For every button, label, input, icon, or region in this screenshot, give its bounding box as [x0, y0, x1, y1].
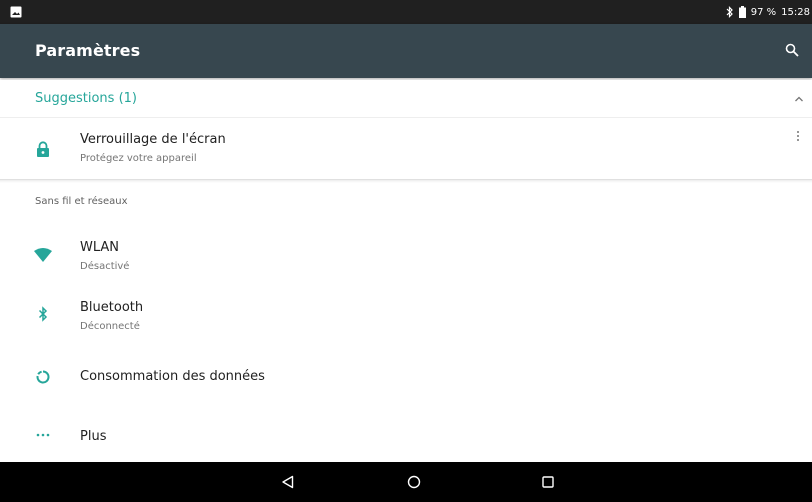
- bluetooth-icon: [726, 6, 733, 18]
- image-notification-icon: [10, 6, 22, 18]
- overflow-menu-icon[interactable]: [792, 129, 804, 151]
- back-icon: [282, 475, 294, 489]
- page-title: Paramètres: [35, 41, 141, 60]
- home-icon: [407, 475, 421, 489]
- setting-title: Bluetooth: [80, 300, 144, 315]
- home-button[interactable]: [405, 473, 423, 491]
- suggestion-item-screen-lock[interactable]: Verrouillage de l'écran Protégez votre a…: [0, 119, 812, 179]
- suggestions-label: Suggestions (1): [35, 91, 137, 106]
- suggestion-title: Verrouillage de l'écran: [80, 132, 226, 147]
- setting-subtitle: Désactivé: [80, 261, 130, 272]
- setting-item-more[interactable]: Plus: [0, 410, 812, 462]
- setting-item-bluetooth[interactable]: Bluetooth Déconnecté: [0, 288, 812, 346]
- more-horizontal-icon: [36, 433, 50, 437]
- suggestion-subtitle: Protégez votre appareil: [80, 153, 197, 164]
- recents-icon: [542, 476, 554, 488]
- setting-subtitle: Déconnecté: [80, 321, 140, 332]
- wifi-icon: [34, 248, 52, 262]
- setting-title: Plus: [80, 429, 107, 444]
- status-icons: 97 % 15:28: [726, 0, 810, 24]
- status-bar: 97 % 15:28: [0, 0, 812, 24]
- bluetooth-icon: [38, 306, 48, 322]
- setting-title: WLAN: [80, 240, 120, 255]
- battery-icon: [738, 6, 746, 18]
- section-title: Sans fil et réseaux: [35, 196, 128, 207]
- data-usage-icon: [36, 370, 50, 384]
- lock-icon: [37, 141, 49, 157]
- setting-title: Consommation des données: [80, 369, 265, 384]
- app-bar: Paramètres: [0, 24, 812, 78]
- divider: [0, 179, 812, 183]
- suggestions-header[interactable]: Suggestions (1): [0, 80, 812, 118]
- back-button[interactable]: [279, 473, 297, 491]
- navigation-bar: [0, 462, 812, 502]
- clock: 15:28: [781, 6, 810, 18]
- search-button[interactable]: [780, 38, 804, 62]
- recents-button[interactable]: [539, 473, 557, 491]
- search-icon: [785, 43, 799, 57]
- battery-percent: 97 %: [750, 6, 777, 18]
- chevron-up-icon[interactable]: [790, 90, 808, 108]
- setting-item-data-usage[interactable]: Consommation des données: [0, 350, 812, 406]
- setting-item-wlan[interactable]: WLAN Désactivé: [0, 228, 812, 286]
